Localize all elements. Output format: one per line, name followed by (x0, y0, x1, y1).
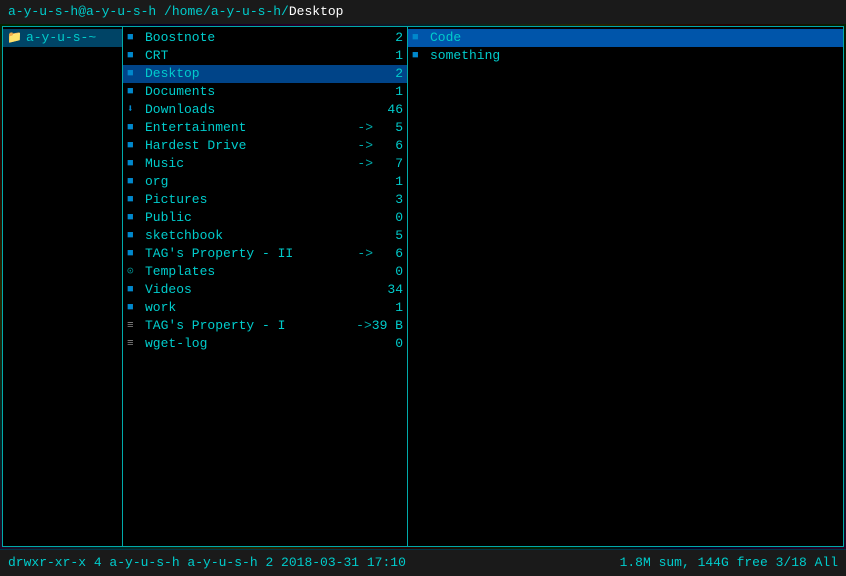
file-name: org (145, 173, 373, 191)
file-icon: ■ (127, 47, 141, 65)
file-name: Music (145, 155, 357, 173)
left-panel-item[interactable]: 📁 a-y-u-s-~ (3, 29, 122, 47)
file-icon: ■ (127, 227, 141, 245)
middle-panel-item[interactable]: ⬇ Downloads 46 (123, 101, 407, 119)
file-icon: ■ (127, 299, 141, 317)
status-right: 1.8M sum, 144G free 3/18 All (620, 552, 838, 574)
arrow: -> (357, 137, 373, 155)
middle-panel-item[interactable]: ■ Music -> 7 (123, 155, 407, 173)
count: 1 (373, 47, 403, 65)
file-name: Desktop (145, 65, 373, 83)
right-panel-item[interactable]: ■ something (408, 47, 843, 65)
path-home: /home/a-y-u-s-h/ (156, 4, 289, 19)
path-current: Desktop (289, 4, 344, 19)
count: 1 (373, 83, 403, 101)
file-name: Public (145, 209, 373, 227)
middle-panel-item[interactable]: ■ Pictures 3 (123, 191, 407, 209)
file-name: TAG's Property - II (145, 245, 357, 263)
middle-panel-item[interactable]: ■ Documents 1 (123, 83, 407, 101)
file-name: wget-log (145, 335, 373, 353)
file-icon: ⬇ (127, 101, 141, 119)
folder-icon: 📁 (7, 29, 22, 47)
file-name: TAG's Property - I (145, 317, 356, 335)
middle-panel-item[interactable]: ■ Entertainment -> 5 (123, 119, 407, 137)
file-icon: ■ (127, 137, 141, 155)
count: 0 (373, 335, 403, 353)
file-icon: ■ (127, 65, 141, 83)
right-panel: ■ Code ■ something (408, 27, 843, 546)
file-icon: ■ (127, 83, 141, 101)
middle-panel-item[interactable]: ■ work 1 (123, 299, 407, 317)
file-name: Entertainment (145, 119, 357, 137)
count: 3 (373, 191, 403, 209)
file-name: Templates (145, 263, 373, 281)
arrow: -> (357, 245, 373, 263)
middle-panel-item[interactable]: ⊙ Templates 0 (123, 263, 407, 281)
file-name: Code (430, 29, 839, 47)
file-name: Boostnote (145, 29, 373, 47)
arrow: -> (356, 317, 372, 335)
arrow: -> (357, 155, 373, 173)
file-name: something (430, 47, 839, 65)
count: 46 (373, 101, 403, 119)
file-name: sketchbook (145, 227, 373, 245)
folder-icon: ■ (412, 47, 426, 65)
user-host: a-y-u-s-h@a-y-u-s-h (8, 4, 156, 19)
count: 0 (373, 263, 403, 281)
middle-panel-item[interactable]: ■ sketchbook 5 (123, 227, 407, 245)
middle-panel-item[interactable]: ≡ wget-log 0 (123, 335, 407, 353)
count: 6 (373, 137, 403, 155)
count: 34 (373, 281, 403, 299)
file-icon: ■ (127, 191, 141, 209)
count: 5 (373, 119, 403, 137)
status-left: drwxr-xr-x 4 a-y-u-s-h a-y-u-s-h 2 2018-… (8, 552, 406, 574)
file-name: Videos (145, 281, 373, 299)
count: 2 (373, 29, 403, 47)
file-icon: ■ (127, 29, 141, 47)
file-name: Documents (145, 83, 373, 101)
file-icon: ■ (127, 209, 141, 227)
file-name: Pictures (145, 191, 373, 209)
file-icon: ■ (127, 119, 141, 137)
folder-icon: ■ (412, 29, 426, 47)
file-icon: ■ (127, 173, 141, 191)
middle-panel-item[interactable]: ■ Desktop 2 (123, 65, 407, 83)
middle-panel-item[interactable]: ≡ TAG's Property - I -> 39 B (123, 317, 407, 335)
middle-panel-item[interactable]: ■ Boostnote 2 (123, 29, 407, 47)
middle-panel-item[interactable]: ■ Public 0 (123, 209, 407, 227)
title-bar: a-y-u-s-h@a-y-u-s-h /home/a-y-u-s-h/Desk… (0, 0, 846, 24)
file-icon: ■ (127, 245, 141, 263)
file-icon: ≡ (127, 335, 141, 353)
file-name: CRT (145, 47, 373, 65)
middle-panel-item[interactable]: ■ CRT 1 (123, 47, 407, 65)
file-icon: ≡ (127, 317, 141, 335)
count: 5 (373, 227, 403, 245)
arrow: -> (357, 119, 373, 137)
file-icon: ⊙ (127, 263, 141, 281)
file-name: work (145, 299, 373, 317)
middle-panel-item[interactable]: ■ Videos 34 (123, 281, 407, 299)
count: 7 (373, 155, 403, 173)
middle-panel-item[interactable]: ■ Hardest Drive -> 6 (123, 137, 407, 155)
middle-panel-item[interactable]: ■ org 1 (123, 173, 407, 191)
left-panel: 📁 a-y-u-s-~ (3, 27, 123, 546)
file-manager-panels: 📁 a-y-u-s-~ ■ Boostnote 2 ■ CRT 1 ■ Desk… (2, 26, 844, 547)
file-name: Hardest Drive (145, 137, 357, 155)
status-bar: drwxr-xr-x 4 a-y-u-s-h a-y-u-s-h 2 2018-… (0, 549, 846, 576)
left-panel-label: a-y-u-s-~ (26, 29, 96, 47)
count: 2 (373, 65, 403, 83)
file-name: Downloads (145, 101, 373, 119)
count: 1 (373, 299, 403, 317)
right-panel-item[interactable]: ■ Code (408, 29, 843, 47)
count: 6 (373, 245, 403, 263)
file-icon: ■ (127, 155, 141, 173)
count: 0 (373, 209, 403, 227)
count: 1 (373, 173, 403, 191)
terminal-window: a-y-u-s-h@a-y-u-s-h /home/a-y-u-s-h/Desk… (0, 0, 846, 576)
file-icon: ■ (127, 281, 141, 299)
count: 39 B (372, 317, 403, 335)
middle-panel: ■ Boostnote 2 ■ CRT 1 ■ Desktop 2 ■ Docu… (123, 27, 408, 546)
middle-panel-item[interactable]: ■ TAG's Property - II -> 6 (123, 245, 407, 263)
